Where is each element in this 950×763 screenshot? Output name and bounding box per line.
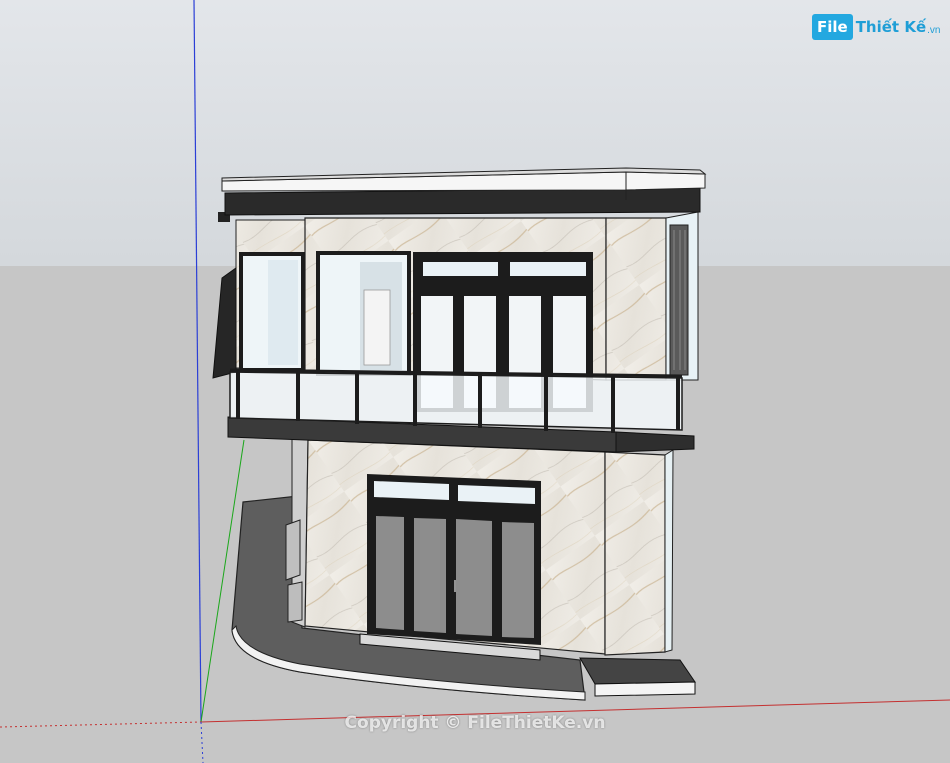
site-logo[interactable]: File Thiết Kế .vn [812,12,940,42]
upper-right-column [605,217,667,381]
logo-name: Thiết Kế [855,18,927,36]
roof-fascia [224,187,701,216]
ground-side-window-lower [287,581,303,623]
logo-badge: File [812,14,853,40]
corner-step-face [594,681,696,697]
upper-middle-window[interactable] [316,251,411,376]
ground-main-door[interactable] [367,474,541,645]
balcony-slab-side [615,431,695,453]
copyright-watermark: Copyright © FileThietKe.vn [344,713,606,733]
ground-corner-column [604,451,666,656]
ground-right-edge [664,449,674,653]
corner-step [579,657,696,685]
blue-axis-line [193,0,202,723]
ground-side-window [285,519,301,581]
logo-tld: .vn [927,24,941,36]
upper-left-window[interactable] [239,252,305,372]
model-viewport[interactable] [0,0,950,763]
left-open-shutter [212,267,237,379]
